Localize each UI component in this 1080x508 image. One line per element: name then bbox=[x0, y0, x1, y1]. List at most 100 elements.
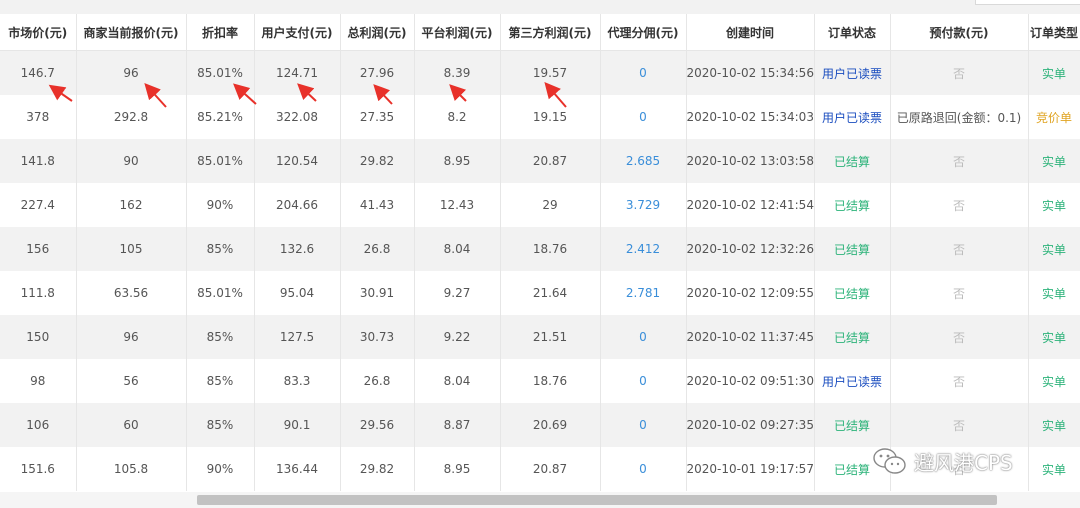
cell-market-price: 151.6 bbox=[0, 447, 77, 491]
cell-market-price: 156 bbox=[0, 227, 77, 271]
cell-order-status[interactable]: 用户已读票 bbox=[814, 95, 891, 139]
cell-discount-rate: 90% bbox=[186, 183, 255, 227]
col-order-status[interactable]: 订单状态 bbox=[814, 14, 891, 51]
cell-market-price: 227.4 bbox=[0, 183, 77, 227]
cell-user-payment: 136.44 bbox=[254, 447, 341, 491]
cell-merchant-quote: 90 bbox=[76, 139, 187, 183]
cell-merchant-quote: 292.8 bbox=[76, 95, 187, 139]
watermark-text: 避风港CPS bbox=[914, 450, 1013, 475]
cell-merchant-quote: 105 bbox=[76, 227, 187, 271]
cell-created-time: 2020-10-02 09:51:30 bbox=[686, 359, 815, 403]
cell-created-time: 2020-10-02 12:09:55 bbox=[686, 271, 815, 315]
cell-order-type[interactable]: 实单 bbox=[1028, 50, 1080, 95]
cell-agent-commission[interactable]: 3.729 bbox=[600, 183, 687, 227]
cell-order-type[interactable]: 实单 bbox=[1028, 403, 1080, 447]
cell-prepayment: 否 bbox=[890, 403, 1029, 447]
col-created-time[interactable]: 创建时间 bbox=[686, 14, 815, 51]
cell-platform-profit: 9.22 bbox=[414, 315, 501, 359]
col-merchant-quote[interactable]: 商家当前报价(元) bbox=[76, 14, 187, 51]
cell-user-payment: 120.54 bbox=[254, 139, 341, 183]
table-row[interactable]: 141.8 90 85.01% 120.54 29.82 8.95 20.87 2.685 20… bbox=[0, 139, 1080, 183]
cell-agent-commission[interactable]: 0 bbox=[600, 315, 687, 359]
cell-total-profit: 27.96 bbox=[340, 50, 415, 95]
cell-total-profit: 29.82 bbox=[340, 447, 415, 491]
cell-third-party-profit: 20.87 bbox=[500, 447, 601, 491]
cell-discount-rate: 90% bbox=[186, 447, 255, 491]
horizontal-scrollbar[interactable] bbox=[0, 492, 1080, 508]
cell-order-type[interactable]: 实单 bbox=[1028, 447, 1080, 491]
cell-user-payment: 204.66 bbox=[254, 183, 341, 227]
cell-discount-rate: 85% bbox=[186, 315, 255, 359]
cell-order-status[interactable]: 用户已读票 bbox=[814, 359, 891, 403]
cell-agent-commission[interactable]: 0 bbox=[600, 447, 687, 491]
cell-order-type[interactable]: 实单 bbox=[1028, 227, 1080, 271]
col-user-payment[interactable]: 用户支付(元) bbox=[254, 14, 341, 51]
scrollbar-thumb[interactable] bbox=[197, 495, 997, 505]
col-platform-profit[interactable]: 平台利润(元) bbox=[414, 14, 501, 51]
cell-merchant-quote: 96 bbox=[76, 50, 187, 95]
col-discount-rate[interactable]: 折扣率 bbox=[186, 14, 255, 51]
cell-platform-profit: 12.43 bbox=[414, 183, 501, 227]
cell-user-payment: 124.71 bbox=[254, 50, 341, 95]
table-row[interactable]: 378 292.8 85.21% 322.08 27.35 8.2 19.15 0 2020-1… bbox=[0, 95, 1080, 139]
cell-created-time: 2020-10-02 15:34:03 bbox=[686, 95, 815, 139]
cell-order-type[interactable]: 实单 bbox=[1028, 315, 1080, 359]
cell-order-type[interactable]: 实单 bbox=[1028, 271, 1080, 315]
cell-total-profit: 29.56 bbox=[340, 403, 415, 447]
cell-agent-commission[interactable]: 0 bbox=[600, 95, 687, 139]
cell-agent-commission[interactable]: 2.412 bbox=[600, 227, 687, 271]
cell-order-status[interactable]: 用户已读票 bbox=[814, 50, 891, 95]
cell-order-status[interactable]: 已结算 bbox=[814, 183, 891, 227]
cell-merchant-quote: 105.8 bbox=[76, 447, 187, 491]
cell-created-time: 2020-10-02 12:41:54 bbox=[686, 183, 815, 227]
cell-agent-commission[interactable]: 0 bbox=[600, 359, 687, 403]
cell-order-type[interactable]: 实单 bbox=[1028, 139, 1080, 183]
cell-order-type[interactable]: 竞价单 bbox=[1028, 95, 1080, 139]
cell-created-time: 2020-10-02 13:03:58 bbox=[686, 139, 815, 183]
cell-third-party-profit: 18.76 bbox=[500, 359, 601, 403]
col-order-type[interactable]: 订单类型 bbox=[1028, 14, 1080, 51]
table-row[interactable]: 146.7 96 85.01% 124.71 27.96 8.39 19.57 0 2020-1… bbox=[0, 50, 1080, 95]
cell-platform-profit: 8.04 bbox=[414, 227, 501, 271]
cell-agent-commission[interactable]: 2.685 bbox=[600, 139, 687, 183]
col-prepayment[interactable]: 预付款(元) bbox=[890, 14, 1029, 51]
table-header-row: 市场价(元) 商家当前报价(元) 折扣率 用户支付(元) 总利润(元) 平台利润… bbox=[0, 14, 1080, 51]
table-row[interactable]: 156 105 85% 132.6 26.8 8.04 18.76 2.412 2020-10-… bbox=[0, 227, 1080, 271]
top-strip bbox=[0, 0, 1080, 14]
cell-platform-profit: 8.39 bbox=[414, 50, 501, 95]
cell-created-time: 2020-10-02 15:34:56 bbox=[686, 50, 815, 95]
cell-agent-commission[interactable]: 0 bbox=[600, 50, 687, 95]
cell-order-status[interactable]: 已结算 bbox=[814, 315, 891, 359]
table-row[interactable]: 111.8 63.56 85.01% 95.04 30.91 9.27 21.64 2.781… bbox=[0, 271, 1080, 315]
cell-prepayment: 否 bbox=[890, 315, 1029, 359]
cell-order-status[interactable]: 已结算 bbox=[814, 271, 891, 315]
table-row[interactable]: 227.4 162 90% 204.66 41.43 12.43 29 3.729 2020-1… bbox=[0, 183, 1080, 227]
cell-order-type[interactable]: 实单 bbox=[1028, 183, 1080, 227]
cell-total-profit: 30.73 bbox=[340, 315, 415, 359]
cell-discount-rate: 85% bbox=[186, 227, 255, 271]
cell-prepayment: 否 bbox=[890, 183, 1029, 227]
cell-third-party-profit: 18.76 bbox=[500, 227, 601, 271]
cell-market-price: 150 bbox=[0, 315, 77, 359]
cell-platform-profit: 8.04 bbox=[414, 359, 501, 403]
table-row[interactable]: 106 60 85% 90.1 29.56 8.87 20.69 0 2020-10-02 09… bbox=[0, 403, 1080, 447]
table-row[interactable]: 98 56 85% 83.3 26.8 8.04 18.76 0 2020-10-02 09:5… bbox=[0, 359, 1080, 403]
cell-agent-commission[interactable]: 0 bbox=[600, 403, 687, 447]
cell-market-price: 146.7 bbox=[0, 50, 77, 95]
cell-order-status[interactable]: 已结算 bbox=[814, 403, 891, 447]
cell-third-party-profit: 29 bbox=[500, 183, 601, 227]
cell-created-time: 2020-10-02 09:27:35 bbox=[686, 403, 815, 447]
cell-platform-profit: 8.87 bbox=[414, 403, 501, 447]
cell-order-status[interactable]: 已结算 bbox=[814, 139, 891, 183]
col-market-price[interactable]: 市场价(元) bbox=[0, 14, 77, 51]
cell-order-type[interactable]: 实单 bbox=[1028, 359, 1080, 403]
cell-order-status[interactable]: 已结算 bbox=[814, 227, 891, 271]
col-third-party-profit[interactable]: 第三方利润(元) bbox=[500, 14, 601, 51]
col-total-profit[interactable]: 总利润(元) bbox=[340, 14, 415, 51]
col-agent-commission[interactable]: 代理分佣(元) bbox=[600, 14, 687, 51]
cell-discount-rate: 85.01% bbox=[186, 50, 255, 95]
cell-merchant-quote: 63.56 bbox=[76, 271, 187, 315]
cell-agent-commission[interactable]: 2.781 bbox=[600, 271, 687, 315]
table-row[interactable]: 150 96 85% 127.5 30.73 9.22 21.51 0 2020-10-02 1… bbox=[0, 315, 1080, 359]
cell-third-party-profit: 19.15 bbox=[500, 95, 601, 139]
